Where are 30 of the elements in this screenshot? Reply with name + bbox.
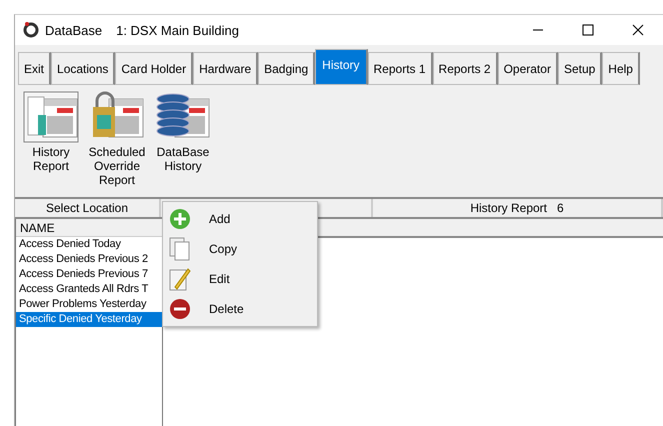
toolbar-button[interactable]: Scheduled Override Report [87, 91, 147, 197]
tab[interactable]: Hardware [193, 52, 258, 85]
pencil-icon [169, 267, 191, 291]
menu-item[interactable]: Copy [163, 234, 317, 264]
tab[interactable]: Operator [498, 52, 558, 85]
maximize-icon [582, 24, 594, 36]
minus-icon [169, 298, 191, 320]
copy-icon [169, 237, 191, 261]
tab[interactable]: Badging [258, 52, 316, 85]
window-title: DataBase [45, 22, 102, 38]
menu-item[interactable]: Edit [163, 264, 317, 294]
tab[interactable]: Setup [558, 52, 602, 85]
tab[interactable]: Reports 1 [368, 52, 433, 85]
menu-item[interactable]: Delete [163, 294, 317, 324]
list-item[interactable]: Specific Denied Yesterday [16, 312, 162, 327]
window-subtitle: 1: DSX Main Building [116, 22, 239, 38]
report-calendar-icon [23, 91, 79, 143]
plus-icon [169, 208, 191, 230]
tab[interactable]: Help [602, 52, 640, 85]
tab[interactable]: Card Holder [115, 52, 194, 85]
column-header[interactable]: NAME [16, 219, 162, 237]
header-label: History Report 6 [373, 199, 663, 217]
tab[interactable]: Exit [18, 52, 52, 85]
tab[interactable]: Locations [51, 52, 116, 85]
toolbar-button[interactable]: DataBase History [153, 91, 213, 197]
menu-item[interactable]: Add [163, 204, 317, 234]
tab[interactable]: Reports 2 [432, 52, 498, 85]
tab[interactable]: History [315, 49, 368, 85]
toolbar-button[interactable]: History Report [21, 91, 81, 197]
close-icon [632, 24, 644, 36]
